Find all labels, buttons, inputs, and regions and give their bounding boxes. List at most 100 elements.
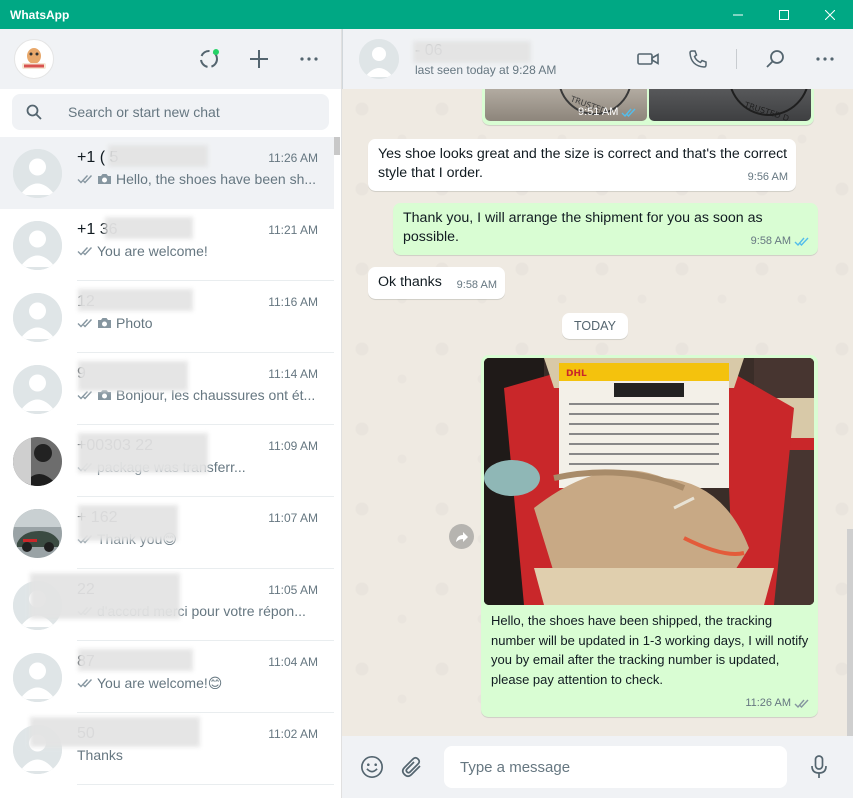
redaction-blur — [78, 433, 208, 473]
message-time: 9:58 AM — [456, 279, 497, 291]
message-bubble-outgoing[interactable]: TRUSTED TRUSTED D 9:51 AM — [482, 89, 814, 125]
search-icon — [766, 50, 784, 68]
chat-time: 11:16 AM — [268, 295, 318, 309]
chat-list-item[interactable]: +00303 2211:09 AMpackage was transferr..… — [0, 425, 334, 497]
default-avatar-icon — [13, 292, 62, 342]
message-meta: 11:26 AM — [745, 694, 810, 713]
contact-status: last seen today at 9:28 AM — [415, 62, 557, 77]
double-check-icon — [794, 699, 809, 708]
message-time: 11:26 AM — [745, 697, 791, 709]
default-avatar-icon — [359, 39, 399, 79]
chat-avatar[interactable] — [13, 436, 62, 486]
chat-list-item[interactable]: +1 ( 5 11:26 AM Hello, the shoes have been… — [0, 137, 334, 209]
sidebar-scrollbar[interactable] — [334, 137, 340, 155]
search-input[interactable]: Search or start new chat — [12, 94, 329, 130]
camera-icon — [98, 318, 111, 328]
chat-list-item[interactable]: 5011:02 AMThanks — [0, 713, 334, 785]
chat-list-item[interactable]: +1 36 11:21 AM You are welcome! — [0, 209, 334, 281]
chat-list: +1 ( 5 11:26 AM Hello, the shoes have been… — [0, 137, 334, 798]
chat-preview-text: You are welcome! — [97, 243, 208, 259]
contact-photo-icon — [13, 508, 62, 558]
redaction-blur — [78, 649, 193, 671]
double-check-icon — [77, 318, 93, 328]
chat-avatar[interactable] — [13, 292, 62, 342]
message-input[interactable]: Type a message — [444, 746, 787, 788]
double-check-icon — [77, 174, 93, 184]
message-text: Ok thanks — [378, 274, 442, 290]
close-icon — [825, 9, 835, 20]
attach-button[interactable] — [400, 755, 424, 779]
message-bubble-incoming[interactable]: Ok thanks 9:58 AM — [368, 267, 505, 299]
redaction-blur — [413, 41, 531, 63]
voice-message-button[interactable] — [807, 755, 831, 779]
profile-avatar[interactable] — [14, 39, 54, 79]
chat-preview: You are welcome!😊 — [77, 675, 318, 692]
shipment-photo[interactable]: DHL — [484, 358, 814, 605]
shoe-photo[interactable]: TRUSTED D — [649, 89, 811, 121]
chat-list-item[interactable]: 911:14 AMBonjour, les chaussures ont ét.… — [0, 353, 334, 425]
minimize-icon — [733, 14, 743, 15]
more-horizontal-icon — [816, 57, 834, 61]
close-button[interactable] — [807, 0, 853, 29]
video-call-button[interactable] — [636, 47, 660, 71]
chat-preview: Hello, the shoes have been sh... — [77, 171, 318, 187]
forward-button[interactable] — [449, 524, 474, 549]
chat-list-item[interactable]: 8711:04 AMYou are welcome!😊 — [0, 641, 334, 713]
maximize-button[interactable] — [761, 0, 807, 29]
shoebox-photo-icon: DHL — [484, 358, 814, 605]
contact-avatar[interactable] — [359, 39, 399, 79]
chat-list-item[interactable]: 2211:05 AMd'accord merci pour votre répo… — [0, 569, 334, 641]
minimize-button[interactable] — [715, 0, 761, 29]
chat-avatar[interactable] — [13, 652, 62, 702]
message-bubble-incoming[interactable]: Yes shoe looks great and the size is cor… — [368, 139, 796, 191]
contact-photo-icon — [13, 436, 62, 486]
chat-preview-text: Photo — [116, 315, 153, 331]
new-chat-button[interactable] — [247, 47, 271, 71]
chat-avatar[interactable] — [13, 508, 62, 558]
chat-list-item[interactable]: 1211:16 AMPhoto — [0, 281, 334, 353]
emoji-button[interactable] — [360, 755, 384, 779]
message-time: 9:51 AM — [578, 106, 619, 118]
message-meta: 9:51 AM — [578, 103, 640, 122]
status-button[interactable] — [197, 47, 221, 71]
chat-time: 11:14 AM — [268, 367, 318, 381]
chat-time: 11:09 AM — [268, 439, 318, 453]
menu-button[interactable] — [297, 47, 321, 71]
plus-icon — [250, 50, 268, 68]
chat-preview-text: Hello, the shoes have been sh... — [116, 171, 317, 187]
more-horizontal-icon — [300, 57, 318, 61]
double-check-icon — [77, 679, 93, 688]
chat-sidebar: Search or start new chat +1 ( 5 11:26 AM H… — [0, 29, 342, 798]
messages-scrollbar[interactable] — [847, 529, 853, 736]
redaction-blur — [78, 505, 178, 541]
voice-call-button[interactable] — [686, 47, 710, 71]
conversation-header[interactable]: - 06 last seen today at 9:28 AM — [342, 29, 853, 89]
paperclip-icon — [401, 756, 421, 778]
chat-preview: Thanks — [77, 747, 318, 763]
redaction-blur — [108, 145, 208, 167]
chat-time: 11:07 AM — [268, 511, 318, 525]
message-time: 9:58 AM — [750, 235, 791, 247]
message-bubble-outgoing[interactable]: Thank you, I will arrange the shipment f… — [393, 203, 818, 255]
camera-icon — [98, 174, 111, 184]
search-messages-button[interactable] — [763, 47, 787, 71]
emoji-icon — [361, 756, 383, 778]
chat-avatar[interactable] — [13, 148, 62, 198]
message-bubble-outgoing[interactable]: DHL Hello, the shoes have been shipped, … — [481, 355, 818, 717]
message-list[interactable]: TRUSTED TRUSTED D 9:51 AM Yes shoe looks… — [342, 89, 853, 736]
message-text: Thank you, I will arrange the shipment f… — [403, 210, 763, 245]
conversation-menu-button[interactable] — [813, 47, 837, 71]
message-meta: 9:58 AM — [457, 276, 497, 295]
chat-avatar[interactable] — [13, 364, 62, 414]
chat-time: 11:02 AM — [268, 727, 318, 741]
svg-text:DHL: DHL — [566, 369, 587, 379]
video-camera-icon — [637, 53, 659, 65]
redaction-blur — [30, 573, 180, 619]
chat-preview-text: Thanks — [77, 747, 123, 763]
message-caption: Hello, the shoes have been shipped, the … — [491, 613, 809, 687]
phone-icon — [689, 50, 707, 68]
chat-avatar[interactable] — [13, 220, 62, 270]
composer: Type a message — [342, 736, 853, 798]
chat-list-item[interactable]: + 16211:07 AMThank you😊 — [0, 497, 334, 569]
default-avatar-icon — [13, 220, 62, 270]
